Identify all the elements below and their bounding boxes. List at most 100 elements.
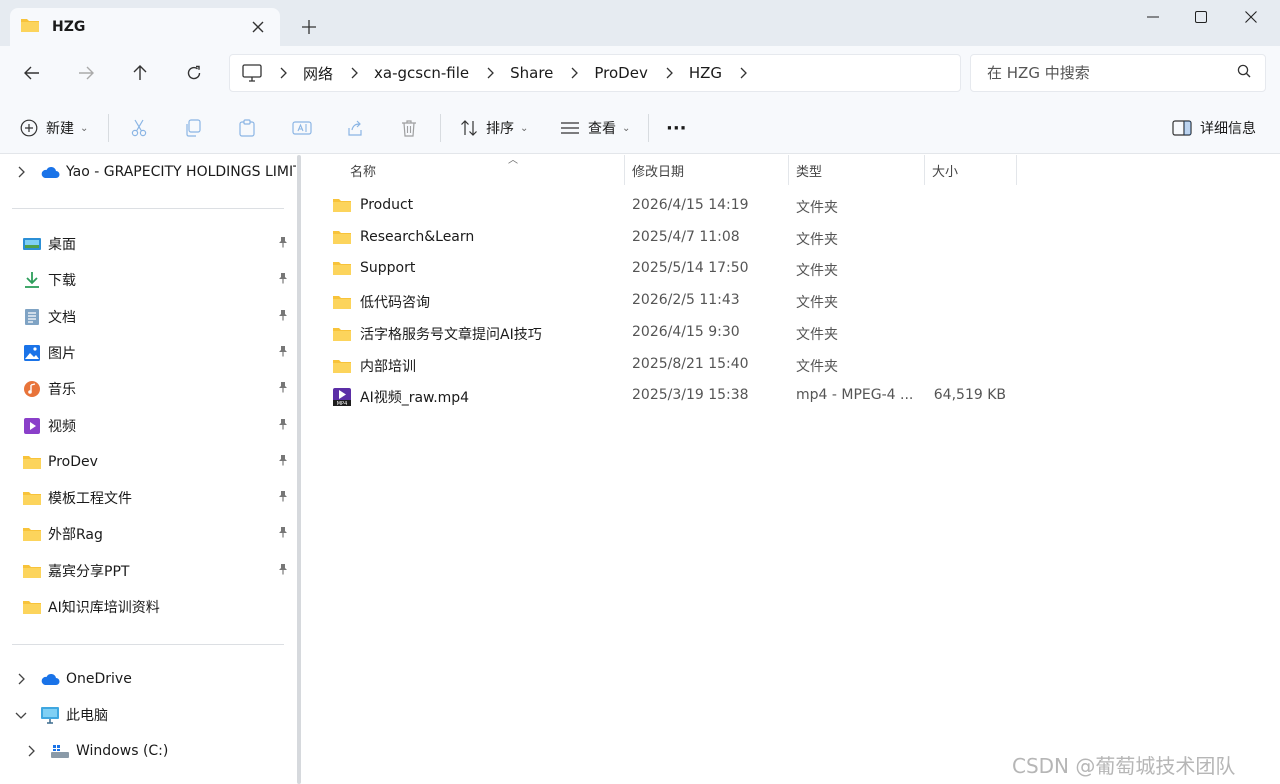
delete-button[interactable] <box>400 112 418 144</box>
pin-icon[interactable] <box>278 454 288 470</box>
file-row[interactable]: 内部培训 2025/8/21 15:40 文件夹 <box>332 350 1032 380</box>
up-button[interactable] <box>124 58 156 88</box>
share-button[interactable] <box>346 112 364 144</box>
breadcrumb-server[interactable]: xa-gcscn-file <box>374 64 469 82</box>
close-tab-button[interactable] <box>244 13 272 41</box>
sidebar-item-pinned[interactable]: 文档 <box>10 302 300 332</box>
column-header-label: 名称 <box>350 164 377 180</box>
copy-button[interactable] <box>184 112 202 144</box>
column-header-size[interactable]: 大小 <box>924 155 1016 185</box>
file-date: 2025/4/7 11:08 <box>632 228 740 245</box>
column-header-name[interactable]: 名称 ︿ <box>342 155 624 185</box>
column-header-date[interactable]: 修改日期 <box>624 155 788 185</box>
pin-icon[interactable] <box>278 563 288 579</box>
file-row[interactable]: 低代码咨询 2026/2/5 11:43 文件夹 <box>332 286 1032 316</box>
sidebar-item-pinned[interactable]: AI知识库培训资料 <box>10 592 300 622</box>
folder-icon <box>22 488 42 508</box>
new-button[interactable]: 新建 ⌄ <box>20 112 88 144</box>
breadcrumb-share[interactable]: Share <box>510 64 553 82</box>
sort-label: 排序 <box>486 121 514 137</box>
sidebar-item-pinned[interactable]: 图片 <box>10 338 300 368</box>
cut-button[interactable] <box>130 112 148 144</box>
sidebar-item-this-pc[interactable]: 此电脑 <box>0 700 296 730</box>
sort-arrows-icon <box>461 120 477 136</box>
folder-icon <box>20 17 40 37</box>
chevron-right-icon[interactable] <box>740 67 747 79</box>
chevron-down-icon: ⌄ <box>80 122 89 134</box>
file-name: Product <box>360 197 414 213</box>
file-type: 文件夹 <box>796 295 838 312</box>
details-pane-button[interactable]: 详细信息 <box>1172 112 1256 144</box>
videos-icon <box>22 416 42 436</box>
download-icon <box>22 270 42 290</box>
sidebar-item-onedrive-business[interactable]: Yao - GRAPECITY HOLDINGS LIMIT <box>0 157 296 187</box>
file-row[interactable]: Research&Learn 2025/4/7 11:08 文件夹 <box>332 223 1032 253</box>
rename-icon <box>292 121 312 135</box>
maximize-button[interactable] <box>1178 0 1224 34</box>
search-icon[interactable] <box>1237 64 1251 82</box>
sidebar-item-label: ProDev <box>48 453 98 470</box>
pin-icon[interactable] <box>278 309 288 325</box>
new-tab-button[interactable] <box>294 12 324 42</box>
breadcrumb-prodev[interactable]: ProDev <box>594 64 647 82</box>
sidebar-item-pinned[interactable]: 外部Rag <box>10 519 300 549</box>
sidebar-item-label: 音乐 <box>48 382 76 399</box>
sidebar-item-pinned[interactable]: 模板工程文件 <box>10 483 300 513</box>
sidebar-item-label: 桌面 <box>48 237 76 253</box>
chevron-right-icon[interactable] <box>14 166 28 178</box>
sidebar-item-pinned[interactable]: 嘉宾分享PPT <box>10 556 300 586</box>
minimize-button[interactable] <box>1130 0 1176 34</box>
chevron-down-icon: ⌄ <box>622 122 631 134</box>
column-header-type[interactable]: 类型 <box>788 155 924 185</box>
more-options-button[interactable]: ··· <box>666 112 687 144</box>
pin-icon[interactable] <box>278 418 288 434</box>
sort-button[interactable]: 排序 ⌄ <box>460 112 528 144</box>
folder-icon <box>332 260 354 276</box>
close-window-button[interactable] <box>1228 0 1274 34</box>
file-row[interactable]: Product 2026/4/15 14:19 文件夹 <box>332 191 1032 221</box>
pin-icon[interactable] <box>278 272 288 288</box>
rename-button[interactable] <box>292 112 312 144</box>
view-button[interactable]: 查看 ⌄ <box>560 112 630 144</box>
breadcrumb-network[interactable]: 网络 <box>303 63 333 84</box>
chevron-right-icon[interactable] <box>24 745 38 757</box>
search-input[interactable] <box>987 64 1237 82</box>
file-date: 2026/4/15 14:19 <box>632 197 749 213</box>
sidebar-item-onedrive[interactable]: OneDrive <box>0 664 296 694</box>
details-pane-icon <box>1172 120 1192 136</box>
chevron-right-icon[interactable] <box>14 673 28 685</box>
file-name-cell: Product <box>332 197 413 213</box>
pin-icon[interactable] <box>278 526 288 542</box>
forward-button[interactable] <box>70 58 102 88</box>
file-row[interactable]: MP4 AI视频_raw.mp4 2025/3/19 15:38 mp4 - MPEG… <box>332 381 1032 411</box>
sidebar-item-pinned[interactable]: 桌面 <box>10 229 300 259</box>
address-bar[interactable]: 网络 xa-gcscn-file Share ProDev HZG <box>229 54 961 92</box>
pin-icon[interactable] <box>278 381 288 397</box>
sidebar-item-pinned[interactable]: 视频 <box>10 411 300 441</box>
pictures-icon <box>22 343 42 363</box>
pin-icon[interactable] <box>278 345 288 361</box>
arrow-left-icon <box>24 66 39 80</box>
refresh-button[interactable] <box>178 58 210 88</box>
chevron-right-icon <box>666 67 673 79</box>
sidebar-item-pinned[interactable]: 音乐 <box>10 374 300 404</box>
pin-icon[interactable] <box>278 490 288 506</box>
sidebar-item-pinned[interactable]: ProDev <box>10 447 300 477</box>
column-divider[interactable] <box>1016 155 1017 185</box>
file-name-cell: Research&Learn <box>332 229 474 245</box>
file-name-cell: MP4 AI视频_raw.mp4 <box>332 387 469 407</box>
sidebar-scrollbar[interactable] <box>297 155 301 784</box>
file-row[interactable]: 活字格服务号文章提问AI技巧 2026/4/15 9:30 文件夹 <box>332 318 1032 348</box>
paste-button[interactable] <box>238 112 256 144</box>
tab-hzg[interactable]: HZG <box>10 8 280 46</box>
sidebar-item-label: 图片 <box>48 345 76 362</box>
pin-icon[interactable] <box>278 236 288 252</box>
sidebar-item-pinned[interactable]: 下载 <box>10 265 300 295</box>
back-button[interactable] <box>16 58 48 88</box>
breadcrumb-hzg[interactable]: HZG <box>689 64 722 82</box>
sidebar-item-windows-c[interactable]: Windows (C:) <box>10 736 300 766</box>
file-row[interactable]: Support 2025/5/14 17:50 文件夹 <box>332 254 1032 284</box>
divider <box>12 208 284 209</box>
chevron-down-icon[interactable] <box>14 712 28 719</box>
chevron-right-icon <box>351 67 358 79</box>
